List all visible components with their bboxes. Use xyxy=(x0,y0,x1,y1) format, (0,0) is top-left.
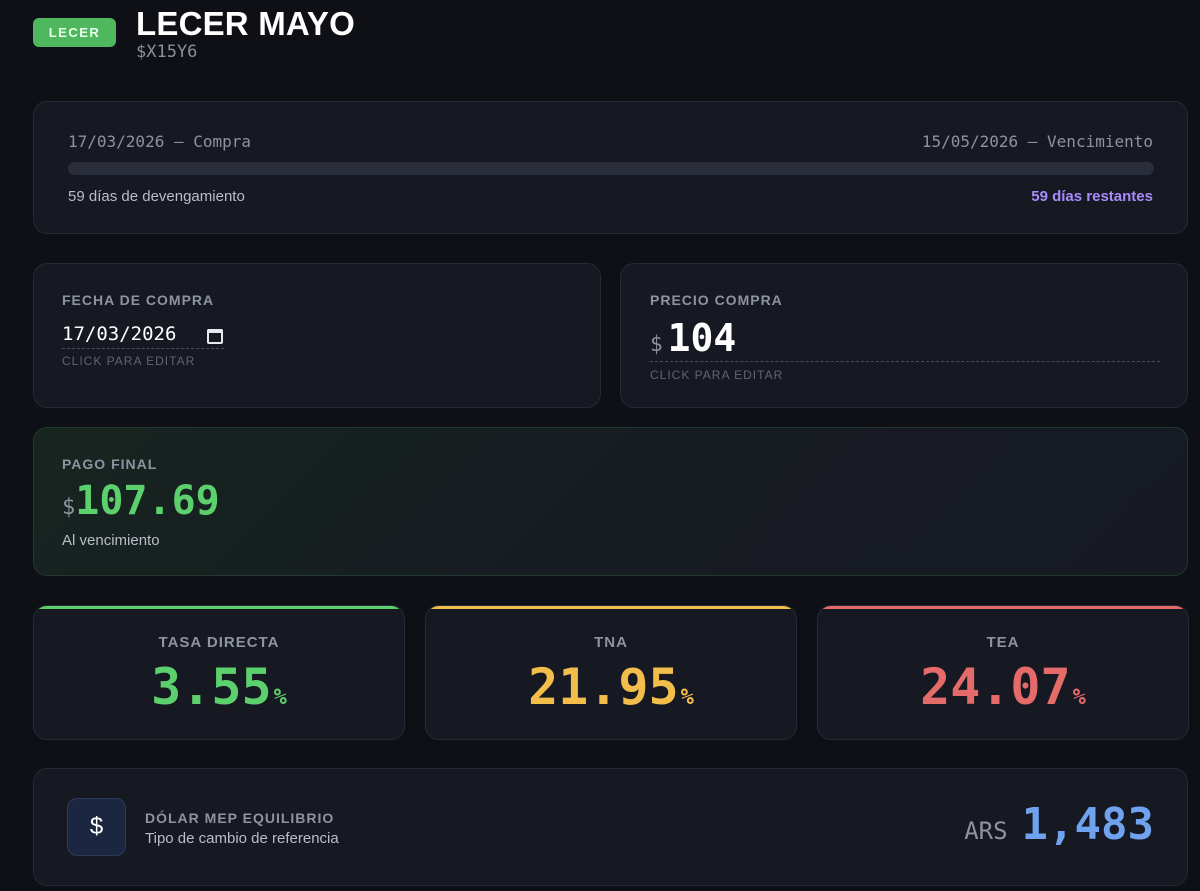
final-payment-label: PAGO FINAL xyxy=(62,456,158,472)
dolar-mep-sub: Tipo de cambio de referencia xyxy=(145,830,339,847)
ticker-symbol: $X15Y6 xyxy=(136,42,198,62)
rate-unit: % xyxy=(680,685,694,710)
dollar-icon: $ xyxy=(67,798,126,856)
price-currency-symbol: $ xyxy=(650,332,663,356)
rate-accent-bar xyxy=(426,606,796,609)
rate-value: 3.55 xyxy=(151,658,272,716)
dolar-mep-card: $ DÓLAR MEP EQUILIBRIO Tipo de cambio de… xyxy=(33,768,1188,886)
rate-label: TEA xyxy=(986,634,1020,651)
dolar-mep-amount: ARS 1,483 xyxy=(964,799,1154,850)
rate-card-tasa-directa: TASA DIRECTA 3.55 % xyxy=(33,605,405,740)
rate-card-tea: TEA 24.07 % xyxy=(817,605,1189,740)
accrued-days-text: 59 días de devengamiento xyxy=(68,188,245,205)
timeline-card: 17/03/2026 — Compra 15/05/2026 — Vencimi… xyxy=(33,101,1188,234)
title-block: LECER MAYO $X15Y6 xyxy=(136,5,355,63)
final-payment-currency: $ xyxy=(62,495,76,520)
rate-value: 24.07 xyxy=(920,658,1071,716)
purchase-price-label: PRECIO COMPRA xyxy=(650,292,783,308)
rate-card-tna: TNA 21.95 % xyxy=(425,605,797,740)
rate-accent-bar xyxy=(34,606,404,609)
header: LECER LECER MAYO $X15Y6 xyxy=(33,6,355,62)
final-payment-card: PAGO FINAL $ 107.69 Al vencimiento xyxy=(33,427,1188,576)
dolar-mep-label: DÓLAR MEP EQUILIBRIO xyxy=(145,810,335,826)
final-payment-sub: Al vencimiento xyxy=(62,532,160,549)
instrument-badge: LECER xyxy=(33,18,116,47)
remaining-days-text: 59 días restantes xyxy=(1031,188,1153,205)
dolar-value: 1,483 xyxy=(1021,799,1154,850)
timeline-footer: 59 días de devengamiento 59 días restant… xyxy=(68,188,1153,205)
dolar-currency: ARS xyxy=(964,817,1008,845)
timeline-progress-bar xyxy=(68,162,1154,175)
rate-unit: % xyxy=(1072,685,1086,710)
timeline-dates: 17/03/2026 — Compra 15/05/2026 — Vencimi… xyxy=(68,132,1153,151)
purchase-date-hint: CLICK PARA EDITAR xyxy=(62,354,196,368)
purchase-price-card: PRECIO COMPRA $ 104 CLICK PARA EDITAR xyxy=(620,263,1188,408)
purchase-price-value[interactable]: 104 xyxy=(668,316,737,360)
maturity-date-label: 15/05/2026 — Vencimiento xyxy=(921,132,1153,151)
page-title: LECER MAYO xyxy=(136,5,355,42)
purchase-price-input[interactable]: $ 104 xyxy=(650,316,1160,362)
rate-unit: % xyxy=(273,685,287,710)
purchase-date-card: FECHA DE COMPRA 17/03/2026 CLICK PARA ED… xyxy=(33,263,601,408)
final-payment-amount: $ 107.69 xyxy=(62,478,220,524)
purchase-date-input[interactable]: 17/03/2026 xyxy=(62,319,224,349)
rate-value-group: 21.95 % xyxy=(426,658,796,716)
purchase-date-label: FECHA DE COMPRA xyxy=(62,292,215,308)
rate-value-group: 24.07 % xyxy=(818,658,1188,716)
rate-value: 21.95 xyxy=(528,658,679,716)
rate-accent-bar xyxy=(818,606,1188,609)
purchase-date-value[interactable]: 17/03/2026 xyxy=(62,323,176,345)
purchase-price-hint: CLICK PARA EDITAR xyxy=(650,368,784,382)
rate-label: TNA xyxy=(594,634,628,651)
rate-label: TASA DIRECTA xyxy=(158,634,280,651)
final-payment-value: 107.69 xyxy=(75,478,220,524)
rate-value-group: 3.55 % xyxy=(34,658,404,716)
buy-date-label: 17/03/2026 — Compra xyxy=(68,132,252,151)
calendar-icon[interactable] xyxy=(206,326,223,344)
